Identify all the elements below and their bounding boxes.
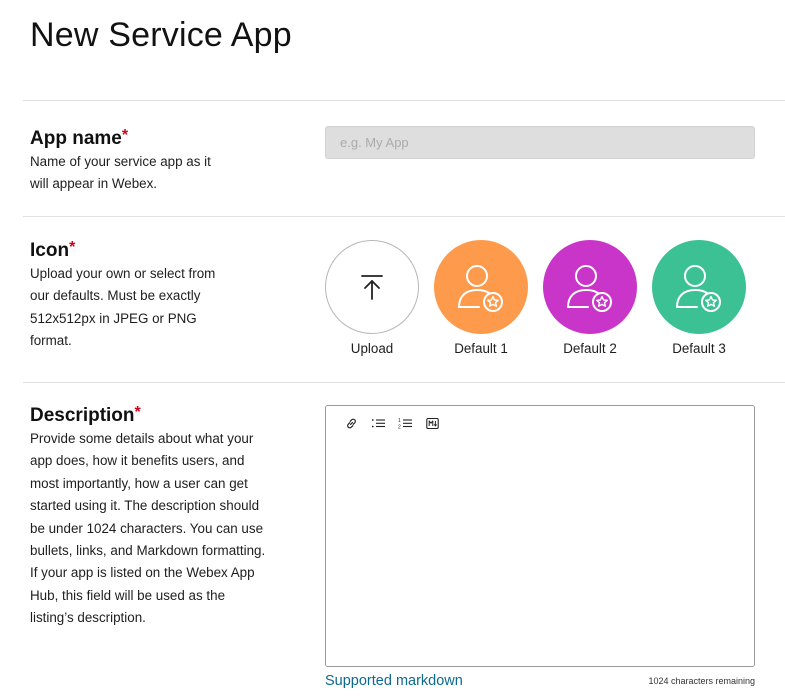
user-star-icon — [458, 265, 503, 312]
link-icon[interactable] — [342, 414, 360, 432]
bulleted-list-icon[interactable] — [369, 414, 387, 432]
description-textarea[interactable] — [336, 440, 744, 660]
upload-circle[interactable] — [325, 240, 419, 334]
icon-option-default-3[interactable]: Default 3 — [652, 240, 746, 356]
supported-markdown-link[interactable]: Supported markdown — [325, 673, 463, 689]
icon-option-label: Upload — [350, 341, 394, 356]
icon-option-label: Default 1 — [454, 341, 508, 356]
user-star-icon — [676, 265, 721, 312]
divider — [23, 382, 785, 383]
icon-option-label: Default 3 — [672, 341, 726, 356]
svg-text:1: 1 — [398, 418, 401, 424]
default-icon-circle[interactable] — [652, 240, 746, 334]
icon-option-upload[interactable]: Upload — [325, 240, 419, 356]
icon-label-group: Icon* Upload your own or select from our… — [30, 239, 240, 353]
characters-remaining: 1024 characters remaining — [648, 676, 755, 686]
numbered-list-icon[interactable]: 1 2 — [396, 414, 414, 432]
default-icon-circle[interactable] — [434, 240, 528, 334]
icon-title: Icon — [30, 240, 70, 261]
app-name-title: App name — [30, 128, 122, 149]
icon-option-default-1[interactable]: Default 1 — [434, 240, 528, 356]
description-title: Description — [30, 405, 135, 426]
divider — [23, 216, 785, 217]
required-asterisk: * — [121, 127, 129, 144]
page-title: New Service App — [30, 16, 292, 54]
icon-option-default-2[interactable]: Default 2 — [543, 240, 637, 356]
description-editor[interactable]: 1 2 — [325, 405, 755, 667]
markdown-icon[interactable] — [423, 414, 441, 432]
icon-option-label: Default 2 — [563, 341, 617, 356]
app-name-label-group: App name* Name of your service app as it… — [30, 127, 270, 196]
icon-description: Upload your own or select from our defau… — [30, 266, 216, 349]
editor-toolbar: 1 2 — [342, 414, 441, 432]
description-label-group: Description* Provide some details about … — [30, 404, 270, 630]
user-star-icon — [567, 265, 612, 312]
svg-text:2: 2 — [398, 424, 401, 430]
app-name-description: Name of your service app as it will appe… — [30, 154, 211, 192]
description-help-text: Provide some details about what your app… — [30, 431, 266, 626]
default-icon-circle[interactable] — [543, 240, 637, 334]
upload-arrow-icon — [361, 275, 383, 300]
required-asterisk: * — [134, 404, 141, 421]
divider — [23, 100, 785, 101]
required-asterisk: * — [69, 239, 76, 256]
app-name-input[interactable] — [325, 126, 755, 159]
